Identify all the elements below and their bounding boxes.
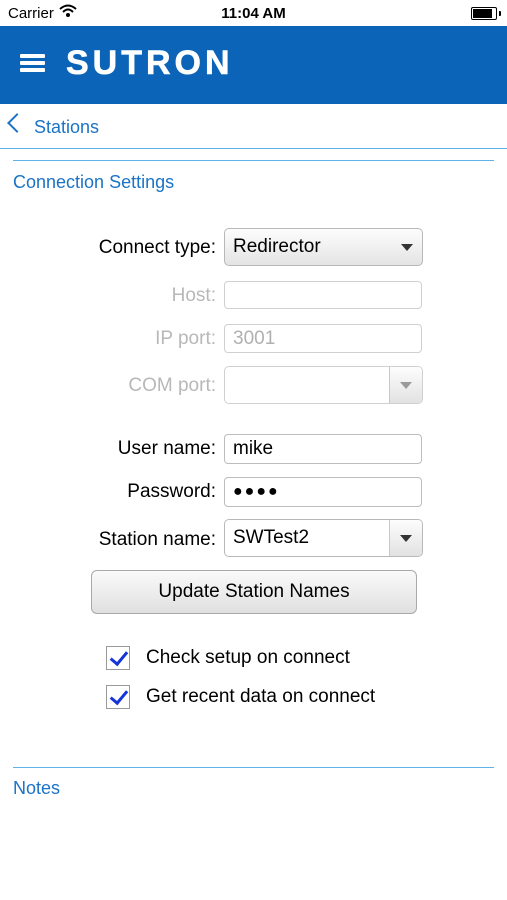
station-name-value: SWTest2 [233, 527, 310, 548]
station-name-label: Station name: [98, 529, 216, 550]
dropdown-arrow-icon [400, 382, 412, 389]
connection-settings-title: Connection Settings [13, 172, 175, 192]
section-divider [13, 160, 494, 161]
dropdown-arrow-icon [400, 535, 412, 542]
status-bar: Carrier 11:04 AM [0, 0, 507, 26]
ip-port-field[interactable]: 3001 [224, 324, 422, 353]
sutron-logo: SUTRON [66, 44, 234, 83]
station-dropdown-button[interactable] [389, 520, 422, 556]
password-label: Password: [127, 481, 216, 502]
notes-title: Notes [13, 778, 61, 798]
hamburger-menu-icon[interactable] [20, 52, 46, 74]
user-name-label: User name: [117, 438, 216, 459]
station-name-select[interactable]: SWTest2 [224, 519, 423, 557]
host-field[interactable] [224, 281, 422, 309]
back-button-label[interactable]: Stations [34, 117, 99, 138]
recent-data-checkbox[interactable] [106, 685, 130, 709]
com-port-label: COM port: [128, 375, 216, 396]
recent-data-label[interactable]: Get recent data on connect [146, 686, 375, 708]
connect-type-label: Connect type: [98, 237, 216, 258]
back-navigation[interactable]: Stations [0, 104, 507, 149]
update-station-names-button[interactable]: Update Station Names [91, 570, 417, 614]
app-header: SUTRON [0, 26, 507, 104]
com-port-select[interactable] [224, 366, 423, 404]
checkmark-icon [109, 685, 129, 706]
dropdown-arrow-icon [401, 244, 413, 251]
com-port-dropdown-button[interactable] [389, 367, 422, 403]
check-setup-label[interactable]: Check setup on connect [146, 647, 350, 669]
connect-type-select[interactable]: Redirector [224, 228, 423, 266]
host-label: Host: [171, 285, 216, 306]
ip-port-label: IP port: [155, 328, 216, 349]
checkmark-icon [109, 646, 129, 667]
status-time: 11:04 AM [221, 5, 286, 22]
password-field[interactable]: ●●●● [224, 477, 422, 507]
check-setup-checkbox[interactable] [106, 646, 130, 670]
connect-type-value: Redirector [233, 236, 321, 257]
battery-icon [471, 7, 501, 20]
section-divider [13, 767, 494, 768]
chevron-left-icon[interactable] [7, 113, 27, 133]
user-name-field[interactable]: mike [224, 434, 422, 464]
